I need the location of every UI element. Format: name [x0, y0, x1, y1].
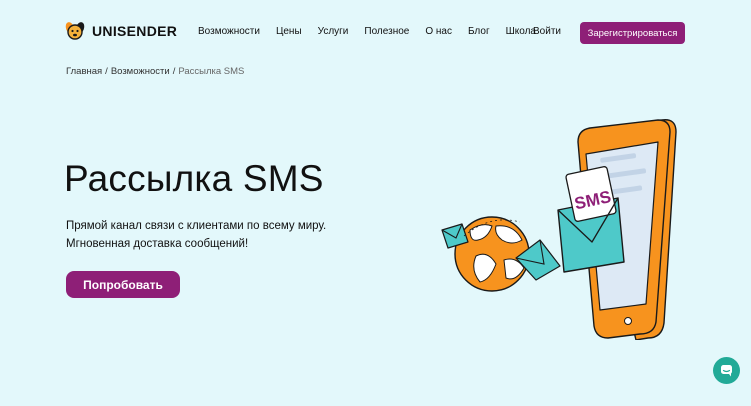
- globe-icon: [454, 216, 530, 292]
- breadcrumb-separator: /: [172, 66, 176, 77]
- nav-item-prices[interactable]: Цены: [276, 26, 302, 37]
- nav-item-features[interactable]: Возможности: [198, 26, 260, 37]
- nav-item-about[interactable]: О нас: [425, 26, 452, 37]
- logo-text: UNISENDER: [92, 23, 178, 39]
- breadcrumb-item-features[interactable]: Возможности: [111, 66, 170, 77]
- login-link[interactable]: Войти: [533, 26, 561, 37]
- register-button[interactable]: Зарегистрироваться: [580, 22, 685, 44]
- nav-item-useful[interactable]: Полезное: [364, 26, 409, 37]
- breadcrumb-item-home[interactable]: Главная: [66, 66, 102, 77]
- chat-icon: [721, 365, 732, 377]
- subtitle-line: Мгновенная доставка сообщений!: [66, 238, 249, 250]
- unisender-dog-icon: [65, 22, 85, 40]
- breadcrumb-separator: /: [105, 66, 108, 77]
- breadcrumb: Главная / Возможности / Рассылка SMS: [66, 66, 244, 77]
- page-title: Рассылка SMS: [64, 158, 324, 199]
- main-nav: Возможности Цены Услуги Полезное О нас Б…: [198, 26, 552, 37]
- site-header: UNISENDER Возможности Цены Услуги Полезн…: [0, 0, 751, 66]
- try-button[interactable]: Попробовать: [66, 271, 180, 298]
- nav-item-blog[interactable]: Блог: [468, 26, 490, 37]
- page-subtitle: Прямой канал связи с клиентами по всему …: [66, 217, 366, 253]
- chat-button[interactable]: [713, 357, 740, 384]
- logo[interactable]: UNISENDER: [64, 20, 177, 42]
- subtitle-line: Прямой канал связи с клиентами по всему …: [66, 220, 327, 232]
- sms-illustration: SMS: [441, 119, 677, 340]
- nav-item-school[interactable]: Школа: [506, 26, 536, 37]
- breadcrumb-item-current: Рассылка SMS: [178, 66, 245, 77]
- nav-item-services[interactable]: Услуги: [318, 26, 349, 37]
